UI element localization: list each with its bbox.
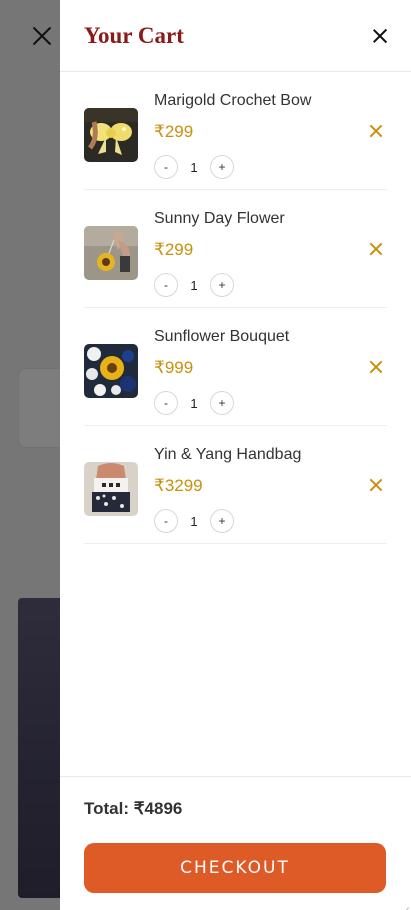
resize-grip-icon[interactable]	[399, 898, 409, 908]
decrease-quantity-button[interactable]: -	[154, 391, 178, 415]
checkout-button[interactable]: CHECKOUT	[84, 843, 386, 893]
item-name: Sunny Day Flower	[154, 210, 285, 227]
quantity-stepper: - 1 +	[154, 509, 234, 533]
decrease-quantity-button[interactable]: -	[154, 273, 178, 297]
cart-item: Yin & Yang Handbag ₹3299 - 1 +	[84, 426, 387, 544]
cart-item: Marigold Crochet Bow ₹299 - 1 +	[84, 72, 387, 190]
remove-icon[interactable]	[369, 360, 383, 374]
quantity-stepper: - 1 +	[154, 155, 234, 179]
increase-quantity-button[interactable]: +	[210, 391, 234, 415]
product-thumbnail	[84, 344, 138, 398]
quantity-value: 1	[190, 513, 198, 529]
product-thumbnail	[84, 108, 138, 162]
quantity-value: 1	[190, 277, 198, 293]
remove-icon[interactable]	[369, 478, 383, 492]
increase-quantity-button[interactable]: +	[210, 509, 234, 533]
item-price: ₹299	[154, 240, 194, 259]
item-price: ₹999	[154, 358, 194, 377]
quantity-stepper: - 1 +	[154, 273, 234, 297]
cart-header: Your Cart	[60, 0, 411, 72]
item-name: Marigold Crochet Bow	[154, 92, 312, 109]
product-thumbnail	[84, 226, 138, 280]
cart-item: Sunny Day Flower ₹299 - 1 +	[84, 190, 387, 308]
quantity-stepper: - 1 +	[154, 391, 234, 415]
item-name: Sunflower Bouquet	[154, 328, 290, 345]
item-price: ₹3299	[154, 476, 203, 495]
item-price: ₹299	[154, 122, 194, 141]
increase-quantity-button[interactable]: +	[210, 155, 234, 179]
quantity-value: 1	[190, 395, 198, 411]
item-name: Yin & Yang Handbag	[154, 446, 302, 463]
remove-icon[interactable]	[369, 242, 383, 256]
increase-quantity-button[interactable]: +	[210, 273, 234, 297]
cart-items-list: Marigold Crochet Bow ₹299 - 1 + Sunny Da…	[60, 72, 411, 776]
decrease-quantity-button[interactable]: -	[154, 155, 178, 179]
remove-icon[interactable]	[369, 124, 383, 138]
cart-drawer: Your Cart Marigold Crochet Bow ₹299 - 1 …	[60, 0, 411, 910]
cart-title: Your Cart	[84, 22, 184, 48]
quantity-value: 1	[190, 159, 198, 175]
product-thumbnail	[84, 462, 138, 516]
close-icon[interactable]	[371, 26, 391, 46]
cart-footer: Total: ₹4896 CHECKOUT	[60, 776, 411, 910]
decrease-quantity-button[interactable]: -	[154, 509, 178, 533]
cart-item: Sunflower Bouquet ₹999 - 1 +	[84, 308, 387, 426]
cart-total: Total: ₹4896	[84, 799, 183, 818]
